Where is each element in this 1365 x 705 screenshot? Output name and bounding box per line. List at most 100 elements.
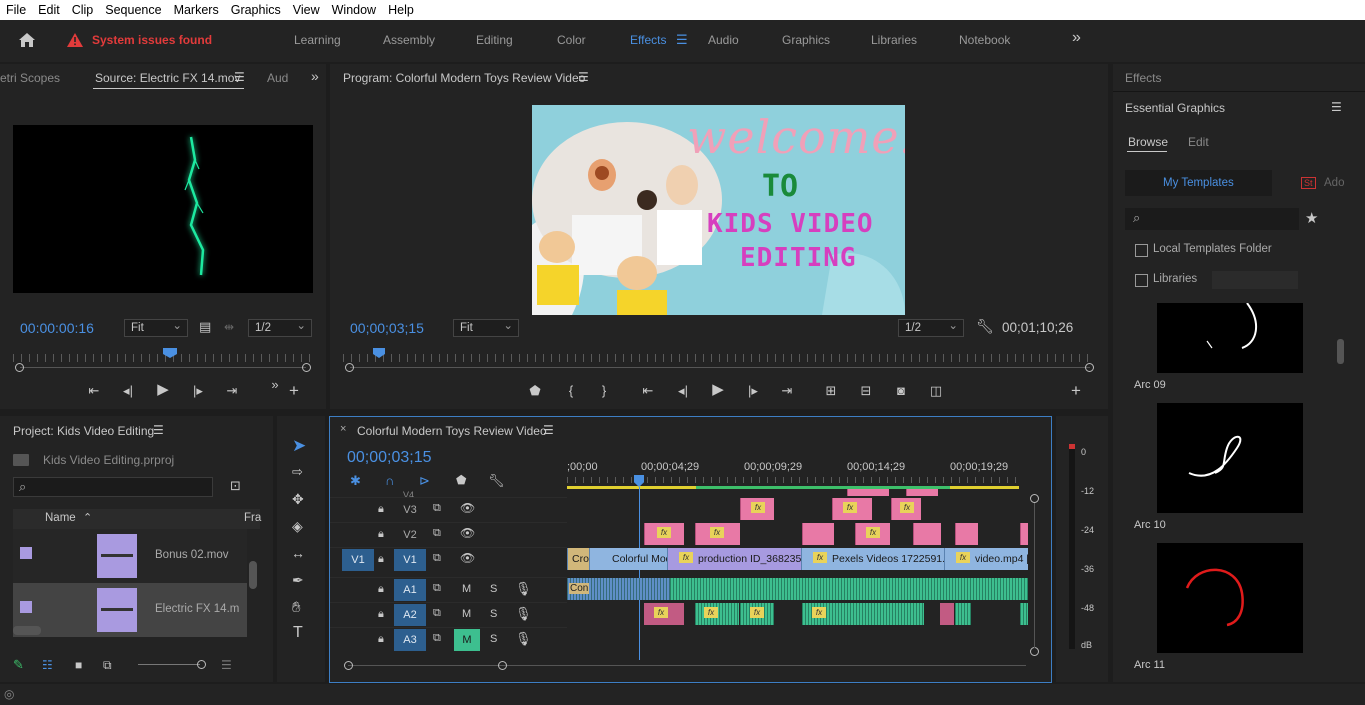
more-workspaces-icon[interactable]: »: [1072, 29, 1081, 47]
program-fit-select[interactable]: Fit: [453, 318, 519, 337]
libraries-checkbox[interactable]: [1135, 274, 1148, 287]
v2-clip[interactable]: [913, 523, 941, 545]
menu-graphics[interactable]: Graphics: [225, 0, 287, 20]
icon-view-icon[interactable]: ■: [75, 658, 82, 672]
adobe-stock-tab[interactable]: Ado: [1324, 177, 1344, 189]
program-add-button-icon[interactable]: +: [1069, 382, 1083, 399]
program-go-to-out-icon[interactable]: ⇥: [779, 384, 795, 398]
lock-icon[interactable]: 🔒︎: [378, 633, 384, 646]
program-monitor[interactable]: welcome! TO KIDS VIDEO EDITING: [532, 105, 905, 315]
menu-help[interactable]: Help: [382, 0, 420, 20]
more-panels-icon[interactable]: »: [311, 68, 319, 84]
track-v1-label[interactable]: V1: [394, 549, 426, 571]
timeline-scroll-left[interactable]: [344, 661, 353, 670]
program-scroll-right[interactable]: [1085, 363, 1094, 372]
play-icon[interactable]: ▶: [155, 382, 171, 397]
source-timecode[interactable]: 00:00:00:16: [20, 320, 94, 336]
workspace-libraries[interactable]: Libraries: [871, 33, 917, 47]
source-ruler[interactable]: [13, 354, 311, 362]
workspace-audio[interactable]: Audio: [708, 33, 739, 47]
mark-out-icon[interactable]: }: [598, 384, 610, 398]
label-color-swatch[interactable]: [20, 547, 32, 559]
source-monitor[interactable]: [13, 125, 313, 293]
v2-clip[interactable]: fx: [695, 523, 740, 545]
templates-scrollbar[interactable]: [1337, 339, 1344, 364]
column-frame-rate[interactable]: Fra: [244, 512, 261, 524]
track-scroll-top[interactable]: [1030, 494, 1039, 503]
program-title[interactable]: Program: Colorful Modern Toys Review Vid…: [343, 71, 585, 85]
lift-icon[interactable]: ⊞: [822, 384, 840, 398]
template-thumb-arc-09[interactable]: [1157, 302, 1303, 373]
mute-button-active[interactable]: M: [454, 629, 480, 651]
libraries-select[interactable]: [1212, 271, 1298, 289]
v3-clip[interactable]: fx: [832, 498, 872, 520]
solo-button[interactable]: S: [490, 608, 497, 620]
program-menu-icon[interactable]: ☰: [578, 70, 589, 84]
program-step-forward-icon[interactable]: |▸: [745, 384, 761, 398]
label-color-swatch[interactable]: [20, 601, 32, 613]
export-frame-icon[interactable]: ▤: [199, 319, 211, 335]
step-forward-icon[interactable]: |▸: [190, 384, 206, 398]
favorites-star-icon[interactable]: ★: [1305, 209, 1318, 227]
solo-button[interactable]: S: [490, 633, 497, 645]
track-a3-label[interactable]: A3: [394, 629, 426, 651]
v2-clip[interactable]: [1020, 523, 1028, 545]
sequence-menu-icon[interactable]: ☰: [543, 423, 554, 437]
menu-edit[interactable]: Edit: [32, 0, 66, 20]
source-menu-icon[interactable]: ☰: [234, 70, 245, 84]
column-name[interactable]: Name: [45, 512, 76, 524]
program-timecode[interactable]: 00;00;03;15: [350, 320, 424, 336]
freeform-view-icon[interactable]: ⧉: [103, 658, 112, 673]
tab-edit[interactable]: Edit: [1188, 135, 1209, 149]
tab-effects[interactable]: Effects: [1125, 71, 1161, 85]
sequence-title[interactable]: Colorful Modern Toys Review Video: [357, 424, 547, 438]
timeline-timecode[interactable]: 00;00;03;15: [347, 449, 432, 467]
lock-icon[interactable]: 🔒︎: [378, 553, 384, 566]
add-button-icon[interactable]: +: [287, 382, 301, 399]
a2-clip[interactable]: [955, 603, 971, 625]
insert-icon[interactable]: ⇹: [224, 320, 234, 334]
source-scrollbar[interactable]: [20, 367, 306, 368]
close-sequence-icon[interactable]: ×: [340, 423, 346, 435]
background-process-icon[interactable]: ◎: [4, 687, 14, 701]
slip-tool-icon[interactable]: ↔: [291, 545, 305, 561]
microphone-icon[interactable]: 🎙︎: [515, 631, 532, 647]
ripple-edit-tool-icon[interactable]: ✥: [292, 491, 304, 508]
menu-clip[interactable]: Clip: [66, 0, 100, 20]
v1-clip[interactable]: Colorful Mod: [589, 548, 667, 570]
go-to-out-icon[interactable]: ⇥: [224, 384, 240, 398]
program-scrollbar[interactable]: [350, 367, 1090, 368]
sync-lock-icon[interactable]: ⧉: [433, 632, 441, 645]
tab-browse[interactable]: Browse: [1128, 135, 1168, 149]
track-select-tool-icon[interactable]: ⇨: [292, 464, 303, 480]
a1-clip[interactable]: Con: [567, 578, 670, 600]
more-buttons-icon[interactable]: »: [268, 378, 282, 392]
workspace-editing[interactable]: Editing: [476, 33, 513, 47]
timeline-settings-icon[interactable]: 🔧︎: [488, 473, 505, 489]
snap-icon[interactable]: ✱: [350, 473, 361, 489]
v2-clip[interactable]: fx: [644, 523, 684, 545]
v4-clip[interactable]: [906, 489, 938, 496]
sync-lock-icon[interactable]: ⧉: [433, 527, 441, 540]
settings-wrench-icon[interactable]: 🔧︎: [976, 318, 994, 335]
workspace-menu-icon[interactable]: ☰: [676, 32, 688, 48]
workspace-graphics[interactable]: Graphics: [782, 33, 830, 47]
microphone-icon[interactable]: 🎙︎: [515, 581, 532, 597]
mute-button[interactable]: M: [462, 608, 471, 620]
eye-icon[interactable]: 👁︎: [460, 551, 475, 565]
microphone-icon[interactable]: 🎙︎: [515, 606, 532, 622]
sync-lock-icon[interactable]: ⧉: [433, 502, 441, 515]
v2-clip[interactable]: fx: [855, 523, 890, 545]
track-a1-label[interactable]: A1: [394, 579, 426, 601]
camera-icon[interactable]: ◙: [893, 384, 909, 398]
warning-icon[interactable]: [67, 33, 83, 47]
eye-icon[interactable]: 👁︎: [460, 501, 475, 515]
zoom-slider[interactable]: [138, 664, 200, 665]
workspace-learning[interactable]: Learning: [294, 33, 341, 47]
v2-clip[interactable]: [955, 523, 978, 545]
program-go-to-in-icon[interactable]: ⇤: [640, 384, 656, 398]
tab-source[interactable]: Source: Electric FX 14.mov: [95, 71, 240, 85]
lock-icon[interactable]: 🔒︎: [378, 583, 384, 596]
mute-button[interactable]: M: [462, 583, 471, 595]
solo-button[interactable]: S: [490, 583, 497, 595]
